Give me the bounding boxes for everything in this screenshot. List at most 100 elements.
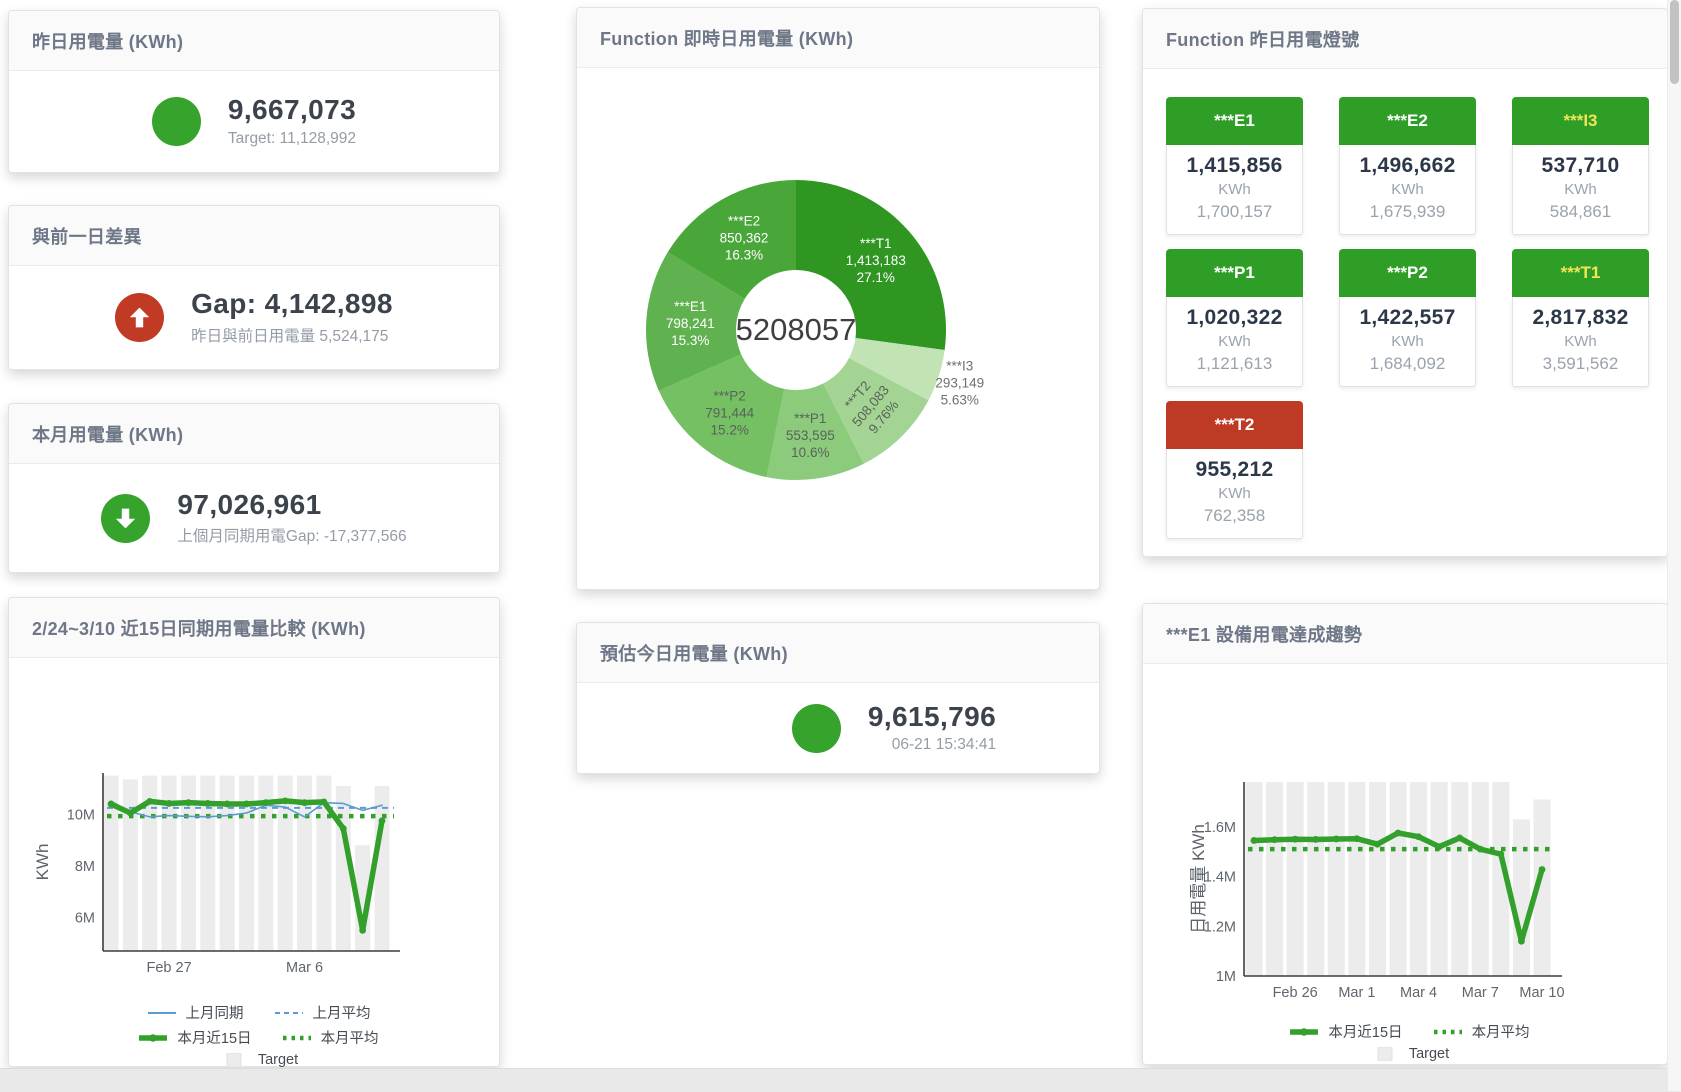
legend-item[interactable]: 本月近15日 bbox=[1289, 1021, 1402, 1042]
tile-target: 1,121,613 bbox=[1169, 354, 1300, 374]
tile-target: 1,700,157 bbox=[1169, 202, 1300, 222]
legend-marker-icon bbox=[1370, 1047, 1400, 1061]
arrow-up-icon bbox=[115, 293, 164, 342]
x-tick-label: Mar 6 bbox=[286, 960, 323, 976]
legend-marker-icon bbox=[147, 1006, 177, 1020]
panel-header: 2/24~3/10 近15日同期用電量比較 (KWh) bbox=[9, 598, 499, 658]
legend-label: Target bbox=[1409, 1046, 1449, 1062]
tile-unit: KWh bbox=[1169, 181, 1300, 198]
light-tile-p1: ***P11,020,322KWh1,121,613 bbox=[1166, 249, 1303, 387]
legend-label: 上月同期 bbox=[186, 1002, 244, 1023]
donut-chart: ***T11,413,18327.1%***I3293,1495.63%***T… bbox=[577, 68, 1099, 588]
tile-value: 1,422,557 bbox=[1342, 306, 1473, 330]
target-bar bbox=[1431, 782, 1448, 976]
x-tick-label: Feb 27 bbox=[146, 960, 191, 976]
compare-chart: 6M8M10MFeb 27Mar 6KWh 上月同期上月平均本月近15日本月平均… bbox=[9, 658, 499, 1068]
panel-yesterday-lights: Function 昨日用電燈號 ***E11,415,856KWh1,700,1… bbox=[1142, 8, 1668, 557]
panel-title: Function 昨日用電燈號 bbox=[1166, 26, 1359, 52]
y-tick-label: 1.6M bbox=[1204, 820, 1236, 836]
legend-marker-icon bbox=[219, 1053, 249, 1067]
panel-header: 本月用電量 (KWh) bbox=[9, 404, 499, 464]
stat-value: 9,667,073 bbox=[228, 95, 356, 126]
legend-item[interactable]: Target bbox=[1370, 1046, 1449, 1062]
y-tick-label: 1.2M bbox=[1204, 919, 1236, 935]
light-tile-e1: ***E11,415,856KWh1,700,157 bbox=[1166, 97, 1303, 235]
tile-value: 955,212 bbox=[1169, 458, 1300, 482]
y-axis-title: 日用電量 KWh bbox=[1189, 824, 1208, 934]
legend-marker-icon bbox=[138, 1031, 168, 1045]
target-bar bbox=[1369, 782, 1386, 976]
tile-header: ***P2 bbox=[1339, 249, 1476, 297]
x-tick-label: Mar 1 bbox=[1338, 985, 1375, 1001]
donut-slice-label: ***I3293,1495.63% bbox=[935, 359, 984, 408]
stat-subtitle: 昨日與前日用電量 5,524,175 bbox=[191, 324, 393, 346]
panel-header: Function 昨日用電燈號 bbox=[1143, 9, 1667, 69]
tile-body: 537,710KWh584,861 bbox=[1512, 145, 1649, 235]
legend-item[interactable]: 上月平均 bbox=[274, 1002, 371, 1023]
legend-label: 本月近15日 bbox=[177, 1027, 251, 1048]
compare-chart-legend: 上月同期 上月平均本月近15日 本月平均 Target bbox=[18, 1002, 499, 1068]
legend-item[interactable]: 本月平均 bbox=[1433, 1021, 1530, 1042]
tile-value: 2,817,832 bbox=[1515, 306, 1646, 330]
tile-target: 3,591,562 bbox=[1515, 354, 1646, 374]
tile-header: ***T2 bbox=[1166, 401, 1303, 449]
x-tick-label: Mar 7 bbox=[1462, 985, 1499, 1001]
tile-unit: KWh bbox=[1342, 181, 1473, 198]
stat-text: 9,615,796 06-21 15:34:41 bbox=[868, 702, 996, 755]
legend-label: Target bbox=[258, 1052, 298, 1068]
scrollbar-thumb[interactable] bbox=[1670, 0, 1679, 84]
panel-header: Function 即時日用電量 (KWh) bbox=[577, 8, 1099, 68]
stat-value: 9,615,796 bbox=[868, 702, 996, 733]
stat-subtitle: 上個月同期用電Gap: -17,377,566 bbox=[177, 524, 406, 546]
panel-day-gap: 與前一日差異 Gap: 4,142,898 昨日與前日用電量 5,524,175 bbox=[8, 205, 500, 370]
tile-target: 584,861 bbox=[1515, 202, 1646, 222]
panel-e1-trend: ***E1 設備用電達成趨勢 1M1.2M1.4M1.6MFeb 26Mar 1… bbox=[1142, 603, 1668, 1065]
target-bar bbox=[1287, 782, 1304, 976]
compare-chart-plot: 6M8M10MFeb 27Mar 6KWh bbox=[18, 768, 488, 993]
status-circle-icon bbox=[792, 704, 841, 753]
tile-body: 1,415,856KWh1,700,157 bbox=[1166, 145, 1303, 235]
legend-item[interactable]: Target bbox=[219, 1052, 298, 1068]
panel-title: 預估今日用電量 (KWh) bbox=[600, 640, 788, 666]
y-tick-label: 6M bbox=[75, 910, 95, 926]
legend-label: 本月平均 bbox=[321, 1027, 379, 1048]
light-tile-p2: ***P2 1,422,557 KWh 1,684,092 bbox=[1339, 249, 1476, 387]
vertical-scrollbar[interactable] bbox=[1667, 0, 1681, 1091]
stat-value: 97,026,961 bbox=[177, 490, 406, 521]
x-tick-label: Mar 4 bbox=[1400, 985, 1437, 1001]
legend-item[interactable]: 本月近15日 bbox=[138, 1027, 251, 1048]
stat-subtitle: Target: 11,128,992 bbox=[228, 130, 356, 148]
legend-item[interactable]: 上月同期 bbox=[147, 1002, 244, 1023]
light-tiles-grid: ***E11,415,856KWh1,700,157***E21,496,662… bbox=[1143, 69, 1667, 539]
target-bar bbox=[1328, 782, 1345, 976]
legend-item[interactable]: 本月平均 bbox=[282, 1027, 379, 1048]
stat-value: Gap: 4,142,898 bbox=[191, 289, 393, 320]
legend-label: 本月平均 bbox=[1472, 1021, 1530, 1042]
donut-center-total: 5208057 bbox=[736, 312, 857, 347]
legend-label: 本月近15日 bbox=[1328, 1021, 1402, 1042]
page-footer-strip bbox=[0, 1068, 1681, 1092]
tile-unit: KWh bbox=[1342, 333, 1473, 350]
status-circle-icon bbox=[152, 97, 201, 146]
target-bar bbox=[1390, 782, 1407, 976]
tile-body: 2,817,832KWh3,591,562 bbox=[1512, 297, 1649, 387]
tile-header: ***P1 bbox=[1166, 249, 1303, 297]
y-tick-label: 1.4M bbox=[1204, 870, 1236, 886]
tile-unit: KWh bbox=[1169, 485, 1300, 502]
legend-marker-icon bbox=[274, 1006, 304, 1020]
tile-unit: KWh bbox=[1169, 333, 1300, 350]
panel-title: 與前一日差異 bbox=[32, 223, 142, 249]
legend-marker-icon bbox=[1433, 1025, 1463, 1039]
panel-header: 預估今日用電量 (KWh) bbox=[577, 623, 1099, 683]
target-bar bbox=[375, 786, 390, 951]
panel-title: Function 即時日用電量 (KWh) bbox=[600, 25, 853, 51]
e1-trend-chart: 1M1.2M1.4M1.6MFeb 26Mar 1Mar 4Mar 7Mar 1… bbox=[1143, 664, 1667, 1062]
target-bar bbox=[1307, 782, 1324, 976]
target-bar bbox=[1410, 782, 1427, 976]
stat-body: Gap: 4,142,898 昨日與前日用電量 5,524,175 bbox=[9, 266, 499, 369]
tile-target: 1,684,092 bbox=[1342, 354, 1473, 374]
arrow-down-icon bbox=[101, 494, 150, 543]
tile-value: 537,710 bbox=[1515, 154, 1646, 178]
panel-header: ***E1 設備用電達成趨勢 bbox=[1143, 604, 1667, 664]
legend-marker-icon bbox=[282, 1031, 312, 1045]
